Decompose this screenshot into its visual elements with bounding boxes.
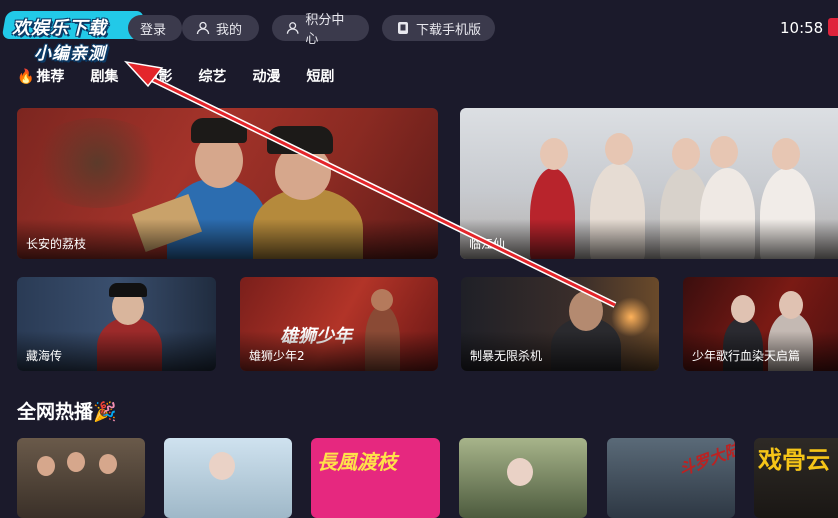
annotation-arrow (123, 60, 617, 308)
